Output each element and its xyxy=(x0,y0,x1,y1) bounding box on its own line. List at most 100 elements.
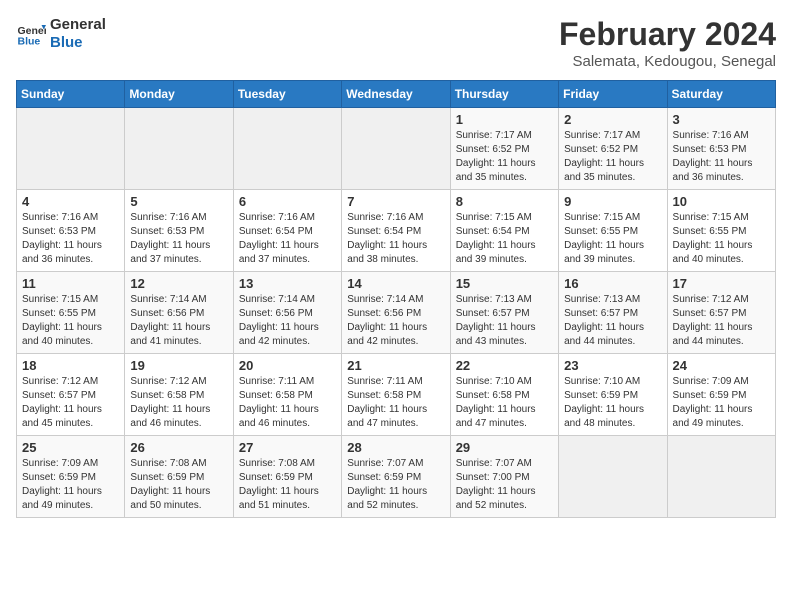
day-info: Sunrise: 7:12 AM Sunset: 6:57 PM Dayligh… xyxy=(673,293,770,349)
day-of-week-header: Saturday xyxy=(667,81,775,108)
day-number: 17 xyxy=(673,276,770,291)
day-info: Sunrise: 7:14 AM Sunset: 6:56 PM Dayligh… xyxy=(347,293,444,349)
day-of-week-header: Wednesday xyxy=(342,81,450,108)
calendar-cell: 9Sunrise: 7:15 AM Sunset: 6:55 PM Daylig… xyxy=(559,190,667,272)
calendar-cell: 17 Sunrise: 7:12 AM Sunset: 6:57 PM Dayli… xyxy=(667,272,775,354)
day-number: 4 xyxy=(22,194,119,209)
calendar-cell: 24Sunrise: 7:09 AM Sunset: 6:59 PM Dayli… xyxy=(667,354,775,436)
day-info: Sunrise: 7:11 AM Sunset: 6:58 PM Dayligh… xyxy=(239,375,336,431)
calendar-cell: 27 Sunrise: 7:08 AM Sunset: 6:59 PM Dayli… xyxy=(233,436,341,518)
svg-text:Blue: Blue xyxy=(18,36,41,48)
day-number: 24 xyxy=(673,358,770,373)
day-number: 7 xyxy=(347,194,444,209)
day-number: 18 xyxy=(22,358,119,373)
day-number: 22 xyxy=(456,358,553,373)
calendar-cell: 3Sunrise: 7:16 AM Sunset: 6:53 PM Daylig… xyxy=(667,108,775,190)
calendar-cell: 25 Sunrise: 7:09 AM Sunset: 6:59 PM Dayli… xyxy=(17,436,125,518)
day-of-week-header: Friday xyxy=(559,81,667,108)
day-of-week-header: Sunday xyxy=(17,81,125,108)
day-info: Sunrise: 7:15 AM Sunset: 6:55 PM Dayligh… xyxy=(564,211,661,267)
logo: General Blue General Blue xyxy=(16,16,106,52)
calendar-cell: 12 Sunrise: 7:14 AM Sunset: 6:56 PM Dayli… xyxy=(125,272,233,354)
calendar-cell xyxy=(17,108,125,190)
calendar-header: SundayMondayTuesdayWednesdayThursdayFrid… xyxy=(17,81,776,108)
day-info: Sunrise: 7:15 AM Sunset: 6:54 PM Dayligh… xyxy=(456,211,553,267)
title-area: February 2024 Salemata, Kedougou, Senega… xyxy=(559,16,776,70)
calendar-cell: 14 Sunrise: 7:14 AM Sunset: 6:56 PM Dayli… xyxy=(342,272,450,354)
calendar-cell: 1 Sunrise: 7:17 AM Sunset: 6:52 PM Daylig… xyxy=(450,108,558,190)
calendar-cell: 2 Sunrise: 7:17 AM Sunset: 6:52 PM Daylig… xyxy=(559,108,667,190)
logo-blue: Blue xyxy=(50,34,106,52)
calendar-cell: 20 Sunrise: 7:11 AM Sunset: 6:58 PM Dayli… xyxy=(233,354,341,436)
day-info: Sunrise: 7:11 AM Sunset: 6:58 PM Dayligh… xyxy=(347,375,444,431)
day-info: Sunrise: 7:08 AM Sunset: 6:59 PM Dayligh… xyxy=(239,457,336,513)
calendar-cell xyxy=(559,436,667,518)
calendar-cell: 22 Sunrise: 7:10 AM Sunset: 6:58 PM Dayli… xyxy=(450,354,558,436)
day-number: 13 xyxy=(239,276,336,291)
logo-general: General xyxy=(50,16,106,34)
day-info: Sunrise: 7:16 AM Sunset: 6:54 PM Dayligh… xyxy=(347,211,444,267)
calendar-cell: 6Sunrise: 7:16 AM Sunset: 6:54 PM Daylig… xyxy=(233,190,341,272)
calendar-week-row: 18 Sunrise: 7:12 AM Sunset: 6:57 PM Dayli… xyxy=(17,354,776,436)
calendar-cell: 19 Sunrise: 7:12 AM Sunset: 6:58 PM Dayli… xyxy=(125,354,233,436)
day-info: Sunrise: 7:15 AM Sunset: 6:55 PM Dayligh… xyxy=(673,211,770,267)
calendar-cell: 16 Sunrise: 7:13 AM Sunset: 6:57 PM Dayli… xyxy=(559,272,667,354)
day-number: 5 xyxy=(130,194,227,209)
calendar-cell: 18 Sunrise: 7:12 AM Sunset: 6:57 PM Dayli… xyxy=(17,354,125,436)
calendar-week-row: 25 Sunrise: 7:09 AM Sunset: 6:59 PM Dayli… xyxy=(17,436,776,518)
calendar-cell: 7 Sunrise: 7:16 AM Sunset: 6:54 PM Daylig… xyxy=(342,190,450,272)
calendar-week-row: 11Sunrise: 7:15 AM Sunset: 6:55 PM Dayli… xyxy=(17,272,776,354)
calendar-cell: 8 Sunrise: 7:15 AM Sunset: 6:54 PM Daylig… xyxy=(450,190,558,272)
day-number: 20 xyxy=(239,358,336,373)
day-info: Sunrise: 7:16 AM Sunset: 6:53 PM Dayligh… xyxy=(22,211,119,267)
day-info: Sunrise: 7:13 AM Sunset: 6:57 PM Dayligh… xyxy=(564,293,661,349)
calendar-cell: 26 Sunrise: 7:08 AM Sunset: 6:59 PM Dayli… xyxy=(125,436,233,518)
day-number: 11 xyxy=(22,276,119,291)
day-info: Sunrise: 7:12 AM Sunset: 6:57 PM Dayligh… xyxy=(22,375,119,431)
day-number: 16 xyxy=(564,276,661,291)
day-number: 27 xyxy=(239,440,336,455)
calendar-cell: 5Sunrise: 7:16 AM Sunset: 6:53 PM Daylig… xyxy=(125,190,233,272)
calendar-cell: 10Sunrise: 7:15 AM Sunset: 6:55 PM Dayli… xyxy=(667,190,775,272)
calendar-body: 1 Sunrise: 7:17 AM Sunset: 6:52 PM Daylig… xyxy=(17,108,776,518)
day-info: Sunrise: 7:14 AM Sunset: 6:56 PM Dayligh… xyxy=(130,293,227,349)
day-of-week-header: Tuesday xyxy=(233,81,341,108)
subtitle: Salemata, Kedougou, Senegal xyxy=(559,53,776,70)
day-number: 1 xyxy=(456,112,553,127)
day-number: 14 xyxy=(347,276,444,291)
day-number: 28 xyxy=(347,440,444,455)
day-number: 8 xyxy=(456,194,553,209)
calendar-cell: 28 Sunrise: 7:07 AM Sunset: 6:59 PM Dayli… xyxy=(342,436,450,518)
day-number: 25 xyxy=(22,440,119,455)
day-info: Sunrise: 7:10 AM Sunset: 6:59 PM Dayligh… xyxy=(564,375,661,431)
day-number: 6 xyxy=(239,194,336,209)
day-number: 19 xyxy=(130,358,227,373)
calendar-cell xyxy=(125,108,233,190)
calendar-cell: 21 Sunrise: 7:11 AM Sunset: 6:58 PM Dayli… xyxy=(342,354,450,436)
day-number: 2 xyxy=(564,112,661,127)
calendar-cell xyxy=(342,108,450,190)
day-number: 12 xyxy=(130,276,227,291)
calendar-week-row: 1 Sunrise: 7:17 AM Sunset: 6:52 PM Daylig… xyxy=(17,108,776,190)
calendar-table: SundayMondayTuesdayWednesdayThursdayFrid… xyxy=(16,80,776,518)
day-info: Sunrise: 7:17 AM Sunset: 6:52 PM Dayligh… xyxy=(456,129,553,185)
day-info: Sunrise: 7:09 AM Sunset: 6:59 PM Dayligh… xyxy=(22,457,119,513)
day-info: Sunrise: 7:13 AM Sunset: 6:57 PM Dayligh… xyxy=(456,293,553,349)
calendar-cell: 13Sunrise: 7:14 AM Sunset: 6:56 PM Dayli… xyxy=(233,272,341,354)
day-number: 3 xyxy=(673,112,770,127)
day-of-week-header: Monday xyxy=(125,81,233,108)
day-number: 15 xyxy=(456,276,553,291)
day-info: Sunrise: 7:12 AM Sunset: 6:58 PM Dayligh… xyxy=(130,375,227,431)
day-info: Sunrise: 7:10 AM Sunset: 6:58 PM Dayligh… xyxy=(456,375,553,431)
day-info: Sunrise: 7:08 AM Sunset: 6:59 PM Dayligh… xyxy=(130,457,227,513)
header: General Blue General Blue February 2024 … xyxy=(16,16,776,70)
logo-icon: General Blue xyxy=(16,19,46,49)
day-number: 21 xyxy=(347,358,444,373)
calendar-cell: 29Sunrise: 7:07 AM Sunset: 7:00 PM Dayli… xyxy=(450,436,558,518)
day-info: Sunrise: 7:07 AM Sunset: 6:59 PM Dayligh… xyxy=(347,457,444,513)
day-info: Sunrise: 7:17 AM Sunset: 6:52 PM Dayligh… xyxy=(564,129,661,185)
day-number: 26 xyxy=(130,440,227,455)
calendar-cell xyxy=(667,436,775,518)
calendar-cell: 23Sunrise: 7:10 AM Sunset: 6:59 PM Dayli… xyxy=(559,354,667,436)
calendar-cell: 11Sunrise: 7:15 AM Sunset: 6:55 PM Dayli… xyxy=(17,272,125,354)
